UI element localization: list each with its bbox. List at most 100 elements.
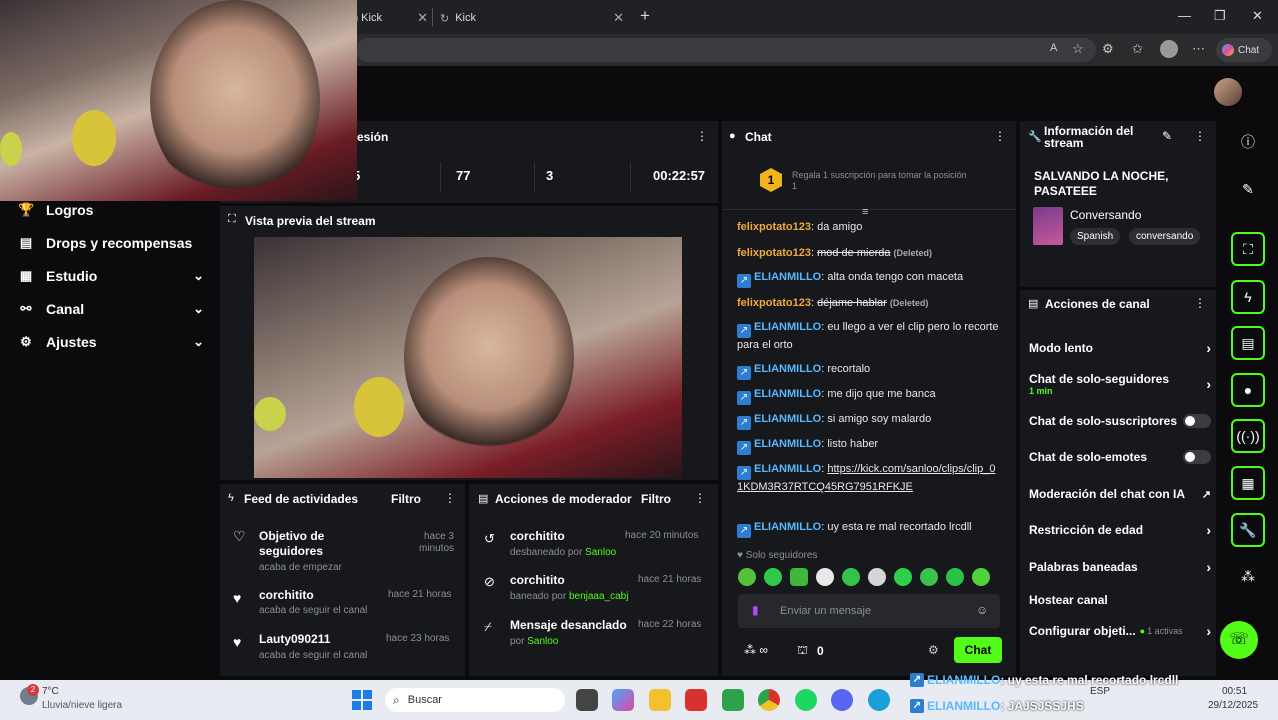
chat-username[interactable]: ELIANMILLO — [754, 438, 821, 450]
mod-item-user[interactable]: benjaaa_cabj — [569, 591, 629, 602]
chat-message[interactable]: ↗ ELIANMILLO: https://kick.com/sanloo/cli… — [737, 462, 999, 495]
chat-message[interactable]: ↗ ELIANMILLO: alta onda tengo con maceta — [737, 270, 999, 288]
edit-icon[interactable]: ✎ — [1231, 172, 1265, 206]
close-tab-icon[interactable]: ✕ — [417, 10, 428, 26]
sidebar-item-estudio[interactable]: ▦ Estudio ⌄ — [18, 263, 204, 289]
emote-icon[interactable] — [972, 568, 990, 586]
emote-icon[interactable] — [920, 568, 938, 586]
support-headset-icon[interactable]: ☏ — [1220, 621, 1258, 659]
new-tab-icon[interactable]: + — [640, 6, 650, 26]
emote-icon[interactable] — [946, 568, 964, 586]
close-tab-icon[interactable]: ✕ — [613, 10, 624, 26]
edit-pencil-icon[interactable]: ✎ — [1162, 129, 1172, 143]
windows-start-icon[interactable] — [352, 690, 372, 710]
chat-username[interactable]: felixpotato123 — [737, 221, 811, 233]
widgets-icon[interactable]: ⁂ — [1231, 559, 1265, 593]
chat-message[interactable]: ↗ ELIANMILLO: me dijo que me banca — [737, 387, 999, 405]
chat-username[interactable]: felixpotato123 — [737, 297, 811, 309]
chat-username[interactable]: ELIANMILLO — [754, 321, 821, 333]
chat-message[interactable]: ↗ ELIANMILLO: recortalo — [737, 362, 999, 380]
minimize-icon[interactable]: — — [1178, 8, 1191, 23]
clock-time[interactable]: 00:51 — [1222, 686, 1247, 697]
notes-icon[interactable]: ▤ — [1231, 326, 1265, 360]
copilot-button[interactable]: Chat — [1216, 38, 1272, 62]
chat-message[interactable]: felixpotato123: da amigo — [737, 220, 999, 235]
spotify-icon[interactable] — [795, 689, 817, 711]
category-name[interactable]: Conversando — [1070, 208, 1141, 222]
task-view-icon[interactable] — [576, 689, 598, 711]
chat-message[interactable]: ↗ ELIANMILLO: listo haber — [737, 437, 999, 455]
activity-filter-button[interactable]: Filtro — [391, 492, 421, 506]
browser-tab-2[interactable]: ↻ Kick ✕ — [440, 6, 624, 30]
more-menu-icon[interactable]: ⋯ — [1192, 41, 1205, 57]
chat-username[interactable]: ELIANMILLO — [754, 363, 821, 375]
chat-settings-icon[interactable]: ⚙ — [928, 643, 939, 657]
action-age-restriction[interactable]: Restricción de edad › — [1029, 521, 1211, 539]
session-menu-icon[interactable]: ⋮ — [696, 129, 708, 143]
action-followers-only[interactable]: Chat de solo-seguidores 1 min › — [1029, 370, 1211, 398]
action-host-channel[interactable]: Hostear canal — [1029, 591, 1211, 609]
emote-icon[interactable] — [764, 568, 782, 586]
user-avatar[interactable] — [1214, 78, 1242, 106]
sidebar-item-canal[interactable]: ⚯ Canal ⌄ — [18, 296, 204, 322]
action-emotes-only[interactable]: Chat de solo-emotes — [1029, 448, 1211, 466]
chat-username[interactable]: ELIANMILLO — [754, 271, 821, 283]
favorites-icon[interactable]: ✩ — [1132, 41, 1143, 57]
mod-item-user[interactable]: Sanloo — [527, 636, 558, 647]
url-input[interactable] — [356, 38, 1096, 62]
gift-leaderboard-text[interactable]: Regala 1 suscripción para tomar la posic… — [792, 170, 972, 192]
modactions-filter-button[interactable]: Filtro — [641, 492, 671, 506]
chat-username[interactable]: felixpotato123 — [737, 247, 811, 259]
favorite-star-icon[interactable]: ☆ — [1072, 41, 1084, 57]
office-icon[interactable] — [685, 689, 707, 711]
emote-icon[interactable] — [790, 568, 808, 586]
chat-username[interactable]: ELIANMILLO — [754, 413, 821, 425]
action-slow-mode[interactable]: Modo lento › — [1029, 339, 1211, 357]
chat-username[interactable]: ELIANMILLO — [754, 388, 821, 400]
emote-icon[interactable] — [842, 568, 860, 586]
edge-icon[interactable] — [868, 689, 890, 711]
emote-icon[interactable] — [894, 568, 912, 586]
tag-chip[interactable]: conversando — [1129, 228, 1201, 245]
taskbar-search[interactable]: ⌕ Buscar — [385, 688, 565, 712]
emoji-icon[interactable]: ☺ — [976, 603, 988, 617]
emotes-only-toggle[interactable] — [1183, 450, 1211, 464]
profile-icon[interactable] — [1160, 40, 1178, 58]
read-aloud-icon[interactable]: A — [1050, 42, 1057, 54]
subscribers-only-toggle[interactable] — [1183, 414, 1211, 428]
channelactions-menu-icon[interactable]: ⋮ — [1194, 296, 1206, 310]
chat-username[interactable]: ELIANMILLO — [754, 463, 821, 475]
action-banned-words[interactable]: Palabras baneadas › — [1029, 558, 1211, 576]
fullscreen-icon[interactable]: ⛶ — [1231, 232, 1265, 266]
chat-message[interactable]: ↗ ELIANMILLO: si amigo soy malardo — [737, 412, 999, 430]
chat-collapse-icon[interactable]: ≡ — [862, 206, 868, 218]
app-icon[interactable] — [722, 689, 744, 711]
action-subscribers-only[interactable]: Chat de solo-suscriptores — [1029, 412, 1211, 430]
chat-message[interactable]: felixpotato123: déjame hablar (Deleted) — [737, 296, 999, 311]
points-icon[interactable]: ⁂ ∞ — [744, 643, 768, 657]
info-icon[interactable]: ⓘ — [1231, 125, 1265, 159]
activity-menu-icon[interactable]: ⋮ — [444, 491, 456, 505]
emote-icon[interactable] — [738, 568, 756, 586]
discord-icon[interactable] — [831, 689, 853, 711]
action-ai-moderation[interactable]: Moderación del chat con IA ↗ — [1029, 485, 1211, 503]
chat-username[interactable]: ELIANMILLO — [754, 521, 821, 533]
mod-item-user[interactable]: Sanloo — [585, 547, 616, 558]
chat-message[interactable]: felixpotato123: mod de mierda (Deleted) — [737, 246, 999, 261]
chat-send-button[interactable]: Chat — [954, 637, 1002, 663]
extensions-icon[interactable]: ⚙ — [1102, 41, 1114, 57]
browser-tab-1[interactable]: n Kick ✕ — [352, 6, 428, 30]
emote-icon[interactable] — [868, 568, 886, 586]
chat-message[interactable]: ↗ ELIANMILLO: uy esta re mal recortado lr… — [737, 520, 999, 538]
modactions-menu-icon[interactable]: ⋮ — [694, 491, 706, 505]
bolt-tool-icon[interactable]: ϟ — [1231, 280, 1265, 314]
chat-menu-icon[interactable]: ⋮ — [994, 129, 1006, 143]
sidebar-item-drops[interactable]: ▤ Drops y recompensas — [18, 230, 204, 256]
copilot-app-icon[interactable] — [612, 689, 634, 711]
chat-tool-icon[interactable]: ● — [1231, 373, 1265, 407]
maximize-icon[interactable]: ❐ — [1214, 8, 1226, 24]
gift-icon[interactable]: ⛫ — [797, 643, 808, 659]
wrench-tool-icon[interactable]: 🔧 — [1231, 513, 1265, 547]
tag-chip[interactable]: Spanish — [1070, 228, 1121, 245]
chat-message[interactable]: ↗ ELIANMILLO: eu llego a ver el clip pero… — [737, 320, 999, 353]
